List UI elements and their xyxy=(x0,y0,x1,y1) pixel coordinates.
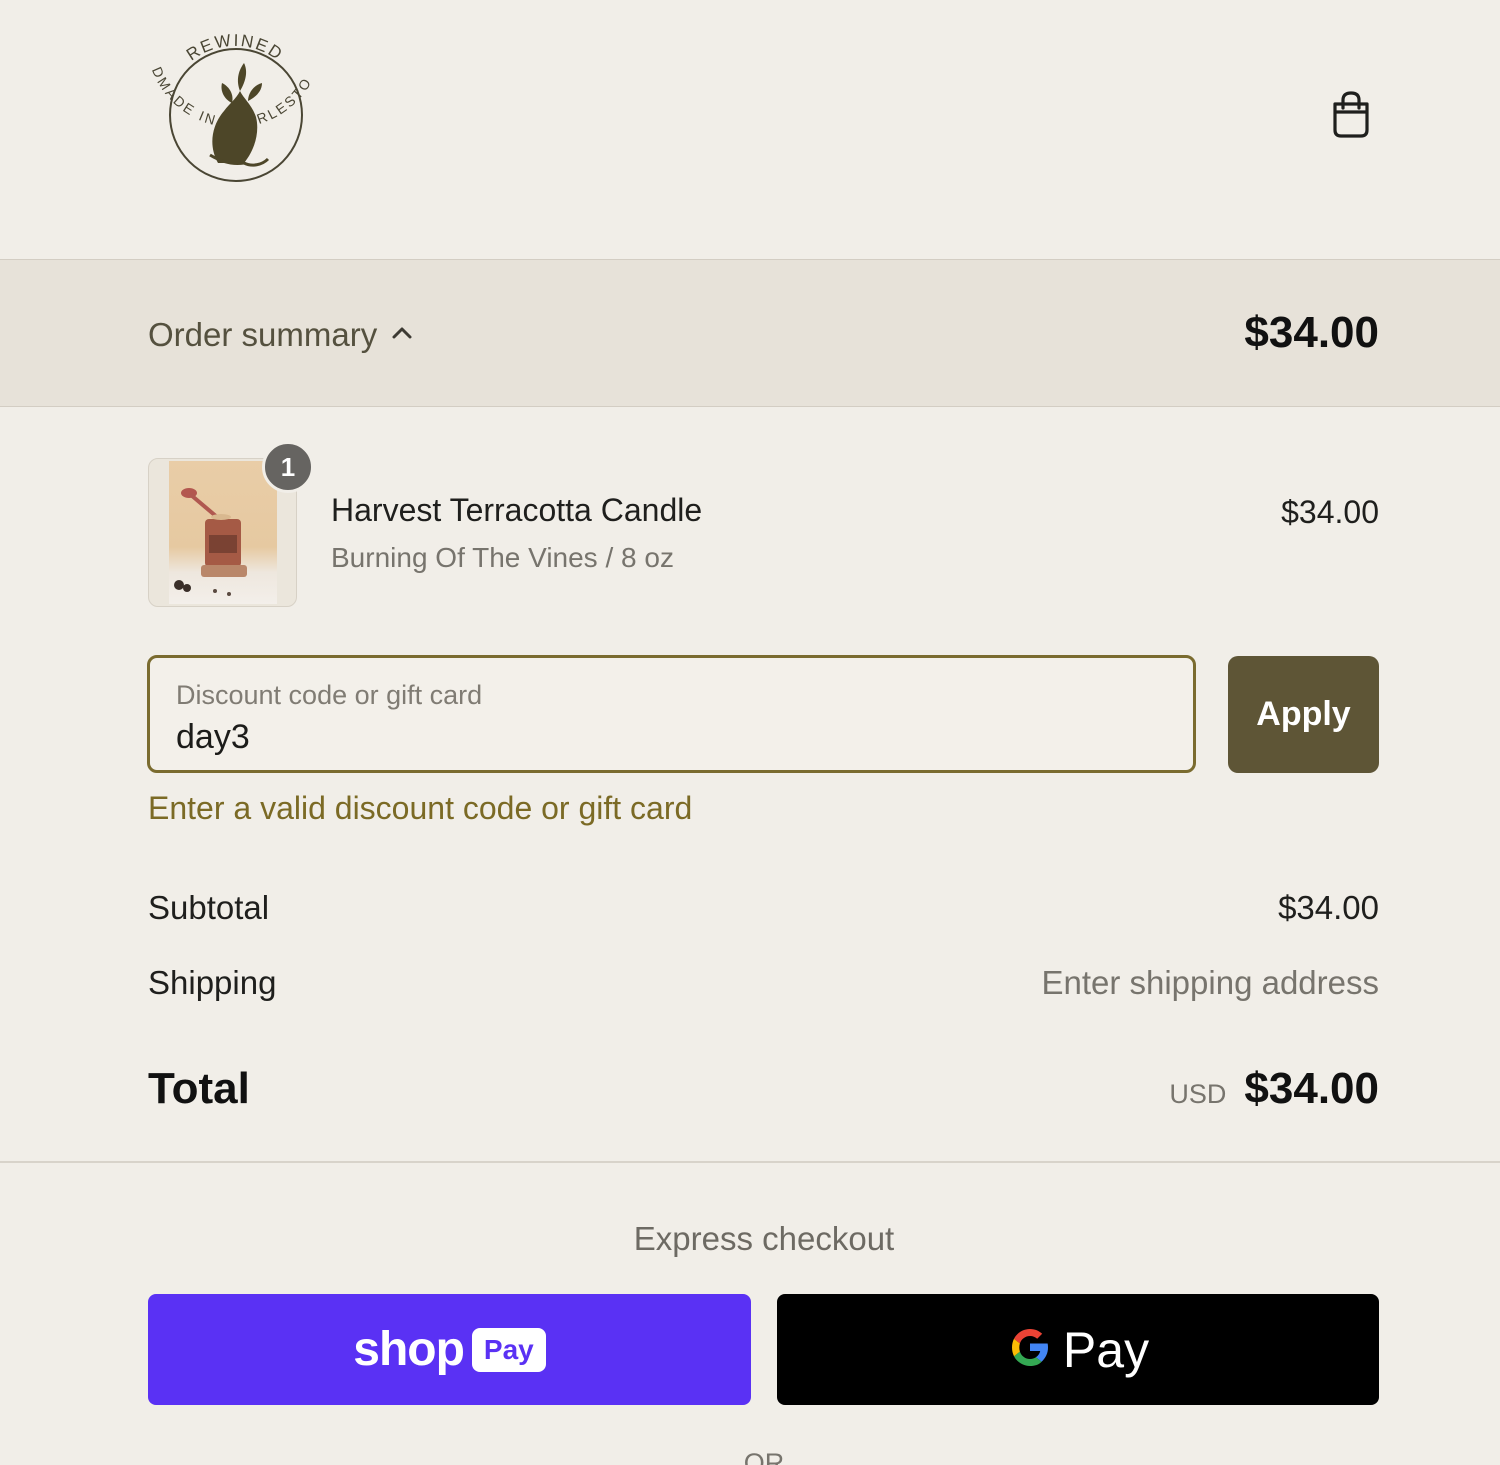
subtotal-value: $34.00 xyxy=(1278,889,1379,926)
product-price: $34.00 xyxy=(1281,494,1379,530)
shipping-label: Shipping xyxy=(148,964,277,1001)
total-value-group: USD $34.00 xyxy=(1169,1064,1379,1114)
chevron-up-icon xyxy=(391,326,413,345)
product-image xyxy=(169,461,277,604)
total-label: Total xyxy=(148,1064,250,1113)
brand-logo[interactable]: REWINED HANDMADE IN CHARLESTON SC xyxy=(134,2,330,215)
order-summary-bar: Order summary $34.00 xyxy=(0,259,1500,407)
quantity-badge: 1 xyxy=(262,441,314,493)
discount-code-field[interactable]: Discount code or gift card day3 xyxy=(147,655,1196,773)
order-summary-total: $34.00 xyxy=(1244,308,1379,357)
shop-pay-chip: Pay xyxy=(471,1327,546,1372)
shipping-value: Enter shipping address xyxy=(1041,964,1379,1001)
google-pay-button[interactable]: Pay xyxy=(777,1294,1379,1405)
shop-pay-button[interactable]: shop Pay xyxy=(148,1294,751,1405)
product-variant: Burning Of The Vines / 8 oz xyxy=(331,542,674,573)
product-name: Harvest Terracotta Candle xyxy=(331,492,703,528)
apply-discount-button[interactable]: Apply xyxy=(1228,656,1379,773)
shopping-bag-icon xyxy=(1331,90,1371,143)
subtotal-label: Subtotal xyxy=(148,889,270,926)
discount-error-message: Enter a valid discount code or gift card xyxy=(148,790,693,826)
discount-field-value[interactable]: day3 xyxy=(176,718,250,757)
cart-button[interactable] xyxy=(1322,86,1380,146)
divider xyxy=(0,1161,1500,1163)
discount-field-label: Discount code or gift card xyxy=(176,680,483,710)
google-pay-wordmark: Pay xyxy=(1062,1321,1150,1378)
order-summary-toggle[interactable]: Order summary xyxy=(148,310,413,360)
express-checkout-title: Express checkout xyxy=(633,1220,895,1257)
or-separator: OR xyxy=(743,1448,785,1465)
google-g-icon xyxy=(1007,1324,1053,1375)
order-summary-label: Order summary xyxy=(148,316,378,353)
header: REWINED HANDMADE IN CHARLESTON SC xyxy=(0,0,1500,259)
shop-pay-wordmark: shop xyxy=(353,1323,465,1376)
checkout-page: REWINED HANDMADE IN CHARLESTON SC xyxy=(0,0,1500,1465)
currency-code: USD xyxy=(1169,1079,1227,1109)
total-amount: $34.00 xyxy=(1244,1064,1379,1113)
